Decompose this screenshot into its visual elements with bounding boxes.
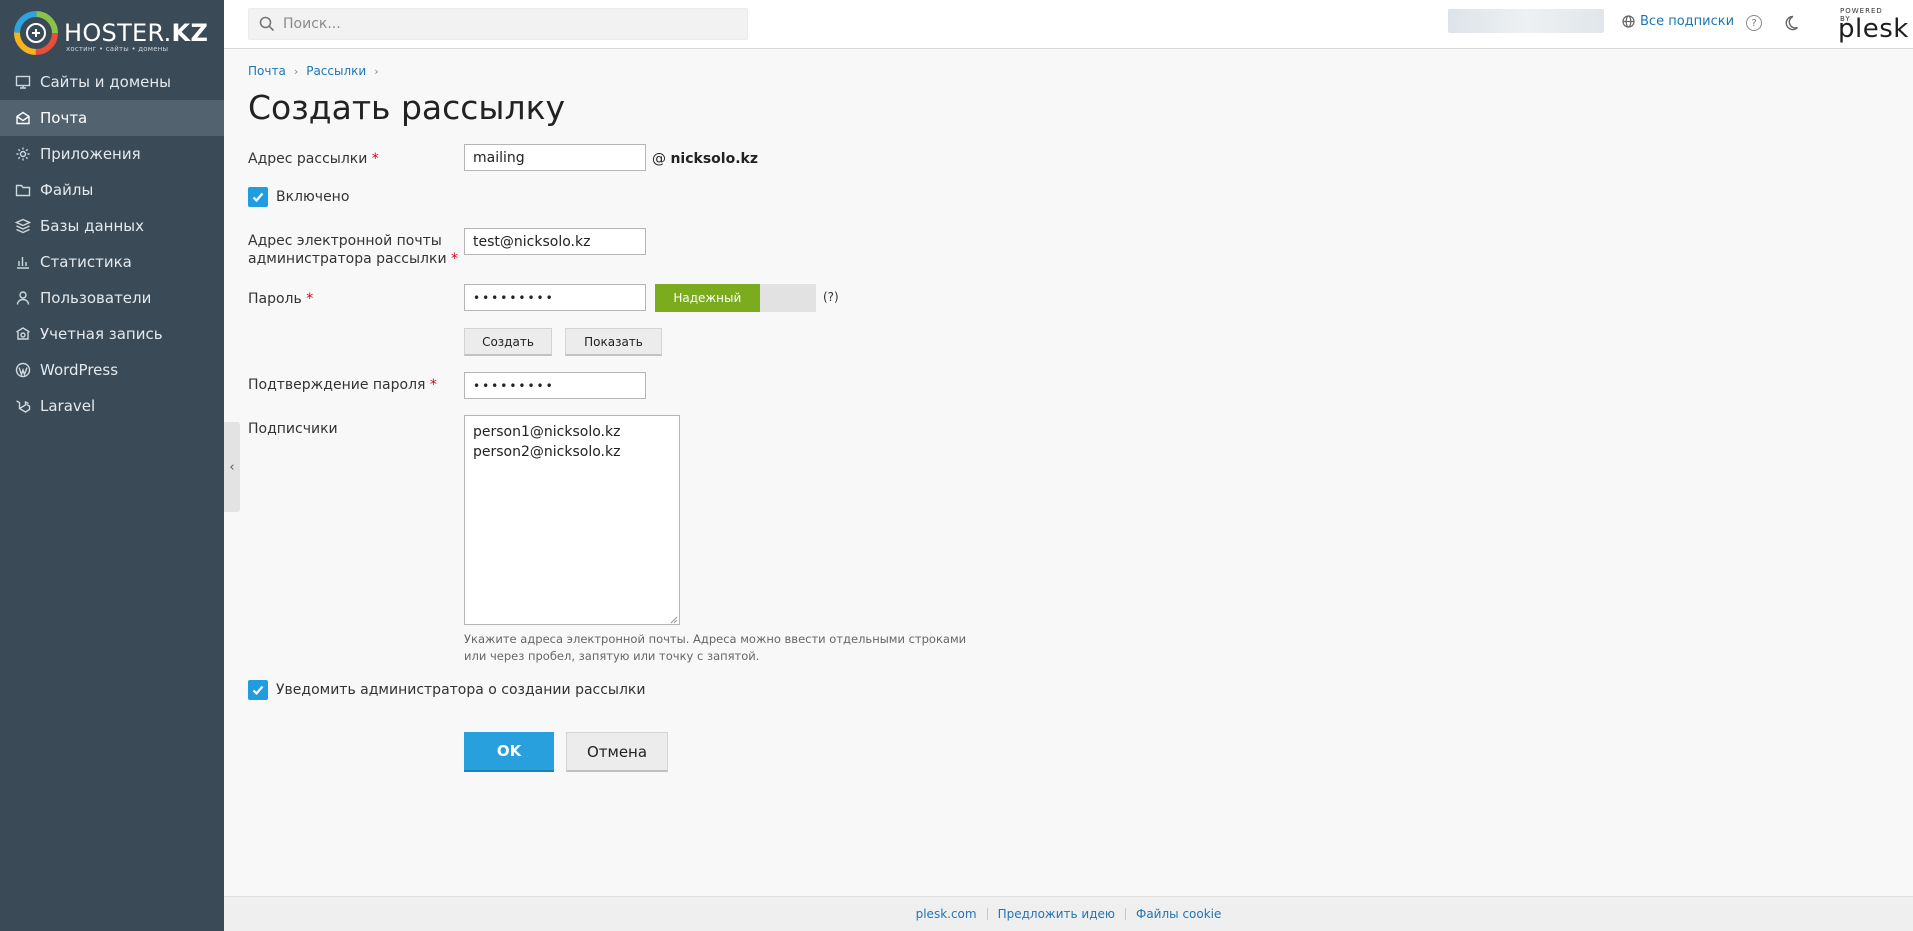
sidebar-item-users[interactable]: Пользователи (0, 280, 224, 316)
monitor-icon (14, 73, 32, 91)
footer-suggest-idea-link[interactable]: Предложить идею (988, 907, 1125, 921)
resize-grip-icon[interactable] (668, 614, 678, 624)
brand-logo[interactable]: HOSTER.KZ хостинг • сайты • домены (14, 10, 214, 56)
generate-password-button[interactable]: Создать (464, 328, 552, 356)
sidebar-item-label: Пользователи (40, 289, 152, 307)
sidebar-nav: Сайты и домены Почта Приложения Файлы Ба… (0, 64, 224, 424)
mail-icon (14, 109, 32, 127)
footer-plesk-link[interactable]: plesk.com (906, 907, 987, 921)
address-input[interactable] (464, 144, 646, 171)
footer: plesk.com Предложить идею Файлы cookie (224, 896, 1913, 931)
sidebar-item-label: Laravel (40, 397, 96, 415)
sidebar-item-label: Базы данных (40, 217, 144, 235)
search-icon (259, 16, 275, 32)
vertical-scrollbar[interactable] (1897, 50, 1913, 896)
show-password-button[interactable]: Показать (565, 328, 662, 356)
footer-cookies-link[interactable]: Файлы cookie (1126, 907, 1231, 921)
sidebar-item-label: Учетная запись (40, 325, 163, 343)
page-title: Создать рассылку (248, 88, 566, 127)
notify-admin-checkbox[interactable] (248, 680, 268, 700)
subscribers-help-text: Укажите адреса электронной почты. Адреса… (464, 632, 967, 663)
sidebar-item-applications[interactable]: Приложения (0, 136, 224, 172)
sidebar-item-mail[interactable]: Почта (0, 100, 224, 136)
sidebar-item-label: WordPress (40, 361, 119, 379)
wordpress-icon (14, 361, 32, 379)
breadcrumb-mail-link[interactable]: Почта (248, 64, 286, 78)
sidebar-item-laravel[interactable]: Laravel (0, 388, 224, 424)
sidebar: HOSTER.KZ хостинг • сайты • домены Сайты… (0, 0, 224, 931)
admin-email-input[interactable] (464, 228, 646, 255)
enabled-label[interactable]: Включено (276, 189, 349, 205)
plesk-wordmark: plesk (1838, 14, 1909, 44)
chevron-right-icon: › (293, 64, 299, 78)
breadcrumb-mailing-lists-link[interactable]: Рассылки (306, 64, 366, 78)
password-strength-fill: Надежный (655, 284, 760, 312)
checkmark-icon (252, 685, 264, 696)
password-help-link[interactable]: (?) (823, 290, 839, 304)
password-label: Пароль * (248, 291, 314, 307)
brand-tagline: хостинг • сайты • домены (66, 45, 169, 53)
laravel-icon (14, 397, 32, 415)
sidebar-item-label: Файлы (40, 181, 94, 199)
sidebar-item-files[interactable]: Файлы (0, 172, 224, 208)
bar-chart-icon (14, 253, 32, 271)
top-header: Все подписки ? POWERED BY plesk (224, 0, 1913, 49)
cancel-button[interactable]: Отмена (566, 732, 668, 772)
password-strength-meter: Надежный (655, 284, 816, 312)
sidebar-item-label: Сайты и домены (40, 73, 172, 91)
admin-email-label: Адрес электронной почты администратора ра… (248, 233, 458, 267)
sidebar-item-label: Почта (40, 109, 88, 127)
globe-icon (1622, 15, 1635, 28)
all-subscriptions-label: Все подписки (1640, 14, 1735, 29)
sidebar-item-wordpress[interactable]: WordPress (0, 352, 224, 388)
ok-button[interactable]: OK (464, 732, 554, 772)
sidebar-item-label: Приложения (40, 145, 141, 163)
gear-icon (14, 145, 32, 163)
sidebar-item-databases[interactable]: Базы данных (0, 208, 224, 244)
confirm-password-input[interactable] (464, 372, 646, 399)
domain-suffix: @ nicksolo.kz (652, 151, 758, 167)
moon-icon[interactable] (1782, 14, 1800, 32)
breadcrumb: Почта › Рассылки › (248, 64, 387, 78)
checkmark-icon (252, 192, 264, 203)
hoster-logo-icon (14, 11, 58, 55)
confirm-password-label: Подтверждение пароля * (248, 377, 437, 393)
subscribers-textarea[interactable]: person1@nicksolo.kz person2@nicksolo.kz (464, 415, 680, 625)
account-icon (14, 325, 32, 343)
sidebar-item-account[interactable]: Учетная запись (0, 316, 224, 352)
chevron-right-icon: › (374, 64, 379, 78)
user-icon (14, 289, 32, 307)
enabled-checkbox[interactable] (248, 187, 268, 207)
database-icon (14, 217, 32, 235)
search-box[interactable] (248, 8, 748, 40)
sidebar-item-sites-domains[interactable]: Сайты и домены (0, 64, 224, 100)
brand-name: HOSTER.KZ (64, 19, 209, 47)
sidebar-item-statistics[interactable]: Статистика (0, 244, 224, 280)
user-account-box[interactable] (1448, 9, 1604, 33)
all-subscriptions-link[interactable]: Все подписки (1622, 14, 1734, 29)
address-label: Адрес рассылки * (248, 151, 379, 167)
sidebar-item-label: Статистика (40, 253, 132, 271)
help-icon[interactable]: ? (1746, 15, 1762, 31)
subscribers-label: Подписчики (248, 421, 338, 437)
main-content: Почта › Рассылки › Создать рассылку Адре… (224, 50, 1913, 895)
notify-admin-label[interactable]: Уведомить администратора о создании расс… (276, 682, 645, 698)
password-input[interactable] (464, 284, 646, 311)
plesk-logo[interactable]: POWERED BY plesk (1814, 6, 1908, 44)
folder-icon (14, 181, 32, 199)
search-input[interactable] (283, 16, 723, 32)
